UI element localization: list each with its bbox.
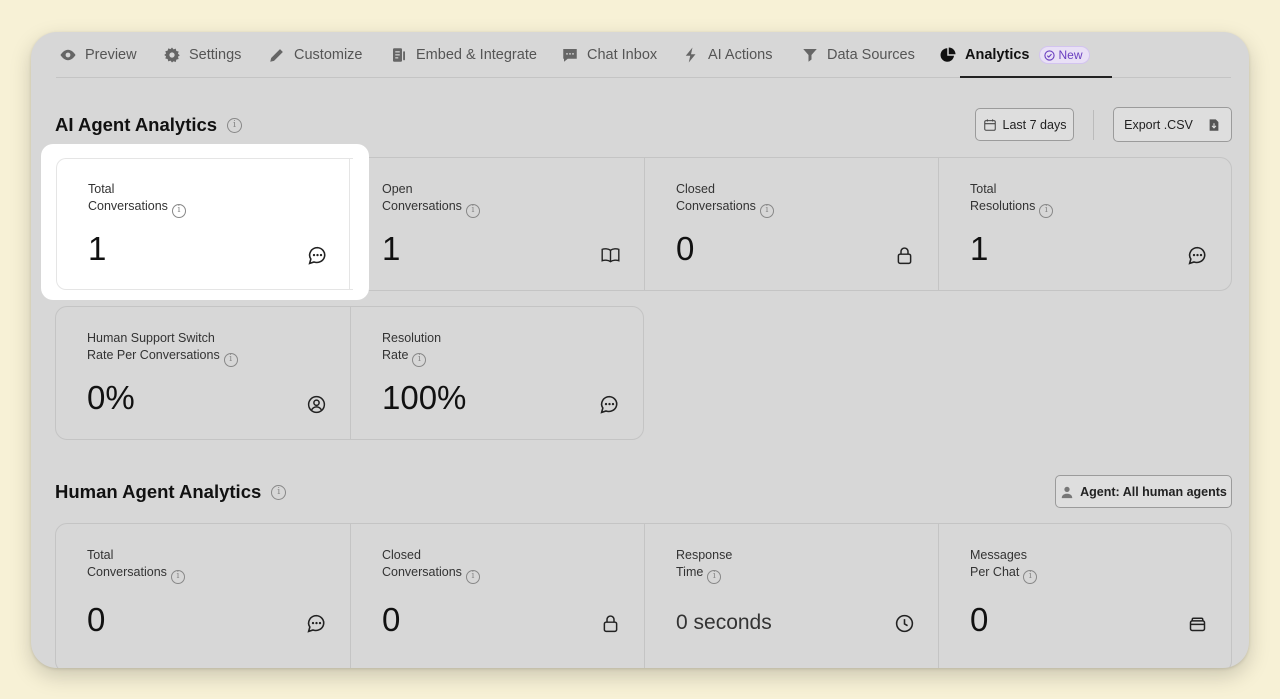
metric-card-open-conversations: Open Conversations i 1 (351, 158, 645, 290)
chat-dots-icon (306, 244, 328, 266)
card-value: 0 (676, 230, 695, 267)
tab-embed-integrate[interactable]: Embed & Integrate (389, 32, 537, 78)
tab-data-sources[interactable]: Data Sources (800, 32, 915, 78)
card-value: 1 (382, 230, 401, 267)
info-icon[interactable]: i (759, 203, 774, 218)
card-label: Human Support Switch Rate Per Conversati… (87, 330, 238, 367)
tab-label: Analytics (965, 47, 1030, 63)
card-value: 0% (87, 379, 135, 416)
embed-icon (389, 46, 408, 65)
chat-dots-icon (305, 612, 327, 634)
pie-chart-icon (938, 46, 957, 65)
info-icon[interactable]: i (271, 484, 287, 500)
human-metrics-row: Total Conversations i 0 Closed Conversati… (55, 523, 1232, 668)
user-circle-icon (305, 393, 327, 415)
tab-settings[interactable]: Settings (162, 32, 241, 78)
eye-icon (58, 46, 77, 65)
file-download-icon (1209, 118, 1219, 131)
card-label: Closed Conversations i (676, 181, 774, 218)
new-badge: New (1039, 46, 1090, 64)
date-range-button[interactable]: Last 7 days (975, 108, 1074, 141)
card-divider (349, 158, 350, 290)
card-label: Resolution Rate i (382, 330, 441, 367)
inbox-stack-icon (1186, 612, 1208, 634)
card-label: Total Resolutions i (970, 181, 1054, 218)
tab-label: Preview (85, 47, 137, 63)
card-label: Messages Per Chat i (970, 547, 1038, 584)
card-value: 100% (382, 379, 467, 416)
check-circle-icon (1044, 49, 1056, 61)
info-icon[interactable]: i (412, 352, 427, 367)
info-icon[interactable]: i (465, 203, 480, 218)
info-icon[interactable]: i (227, 117, 243, 133)
card-label: Closed Conversations i (382, 547, 480, 584)
tab-chat-inbox[interactable]: Chat Inbox (560, 32, 657, 78)
metric-card-closed-conversations: Closed Conversations i 0 (645, 158, 939, 290)
tab-analytics[interactable]: Analytics New (938, 32, 1090, 78)
card-value: 0 (382, 601, 401, 638)
card-label: Response Time i (676, 547, 732, 584)
info-icon[interactable]: i (1023, 569, 1038, 584)
info-icon[interactable]: i (465, 569, 480, 584)
human-analytics-heading: Human Agent Analytics i (55, 481, 287, 503)
active-tab-indicator (960, 76, 1112, 78)
export-csv-button[interactable]: Export .CSV (1113, 107, 1232, 142)
metric-card-resolution-rate: Resolution Rate i 100% (351, 307, 643, 439)
tab-label: Embed & Integrate (416, 47, 537, 63)
metric-card-messages-per-chat: Messages Per Chat i 0 (939, 524, 1231, 668)
clock-icon (893, 612, 915, 634)
info-icon[interactable]: i (223, 352, 238, 367)
lock-icon (599, 612, 621, 634)
agent-filter-button[interactable]: Agent: All human agents (1055, 475, 1232, 508)
toolbar-divider (1093, 110, 1094, 140)
card-value: 0 (970, 601, 989, 638)
tab-customize[interactable]: Customize (267, 32, 363, 78)
tab-label: Settings (189, 47, 242, 63)
card-value: 0 seconds (676, 611, 772, 634)
bolt-icon (681, 46, 700, 65)
calendar-icon (983, 118, 996, 131)
tab-bar: Preview Settings Customize Embed & Integ… (56, 32, 1231, 78)
chat-dots-icon (598, 393, 620, 415)
metric-card-human-switch-rate: Human Support Switch Rate Per Conversati… (56, 307, 351, 439)
card-value: 1 (970, 230, 989, 267)
card-label: Total Conversations i (87, 547, 185, 584)
book-open-icon (599, 244, 621, 266)
lock-icon (893, 244, 915, 266)
chat-bubble-icon (560, 46, 579, 65)
gear-icon (162, 46, 181, 65)
user-icon (1061, 486, 1073, 498)
info-icon[interactable]: i (170, 569, 185, 584)
tab-ai-actions[interactable]: AI Actions (681, 32, 772, 78)
tab-label: Data Sources (827, 47, 915, 63)
card-value: 1 (88, 230, 107, 267)
funnel-icon (800, 46, 819, 65)
tab-label: AI Actions (708, 47, 773, 63)
card-border (56, 158, 353, 290)
card-value: 0 (87, 601, 106, 638)
metric-card-human-closed-conversations: Closed Conversations i 0 (351, 524, 645, 668)
metric-card-human-total-conversations: Total Conversations i 0 (56, 524, 351, 668)
chat-dots-icon (1186, 244, 1208, 266)
pencil-icon (267, 46, 286, 65)
metric-card-response-time: Response Time i 0 seconds (645, 524, 939, 668)
tab-label: Customize (294, 47, 363, 63)
info-icon[interactable]: i (707, 569, 722, 584)
ai-analytics-heading: AI Agent Analytics i (55, 114, 243, 136)
tab-preview[interactable]: Preview (58, 32, 137, 78)
app-window: Preview Settings Customize Embed & Integ… (31, 32, 1249, 668)
card-label: Open Conversations i (382, 181, 480, 218)
card-label: Total Conversations i (88, 181, 186, 218)
highlighted-card-total-conversations[interactable]: Total Conversations i 1 (41, 144, 369, 300)
ai-metrics-row-2: Human Support Switch Rate Per Conversati… (55, 306, 644, 440)
info-icon[interactable]: i (171, 203, 186, 218)
metric-card-total-resolutions: Total Resolutions i 1 (939, 158, 1231, 290)
tab-label: Chat Inbox (587, 47, 658, 63)
info-icon[interactable]: i (1039, 203, 1054, 218)
